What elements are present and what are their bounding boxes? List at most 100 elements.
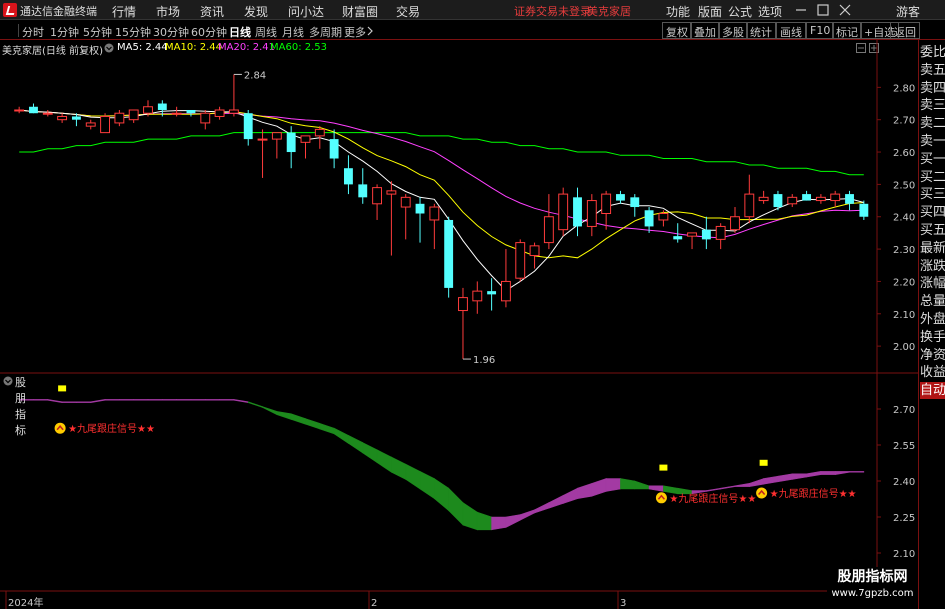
period-daily[interactable]: 日线 xyxy=(229,24,251,40)
candle-body-up xyxy=(271,132,282,140)
indicator-segment xyxy=(419,470,435,500)
period-60min[interactable]: 60分钟 xyxy=(191,24,227,40)
menu-discover[interactable]: 发现 xyxy=(244,3,268,20)
side-panel-item[interactable]: 换手 xyxy=(920,329,945,346)
statistics-button[interactable]: 统计 xyxy=(746,22,776,39)
candle-body-up xyxy=(171,112,182,115)
side-panel-item[interactable]: 涨跌 xyxy=(920,258,945,275)
candle-body-up xyxy=(300,135,311,143)
menu-options[interactable]: 选项 xyxy=(758,3,782,20)
candle-body-down xyxy=(573,197,582,227)
minimize-icon[interactable] xyxy=(792,2,810,18)
indicator-segment xyxy=(233,399,249,403)
candle-body-up xyxy=(500,280,511,302)
maximize-icon[interactable] xyxy=(814,2,832,18)
side-panel-item[interactable]: 买一 xyxy=(920,151,945,168)
menu-ask-xiaoda[interactable]: 问小达 xyxy=(288,3,324,20)
side-panel-item[interactable]: 总量 xyxy=(920,293,945,310)
indicator-segment xyxy=(648,485,664,492)
side-panel-item[interactable]: 最新 xyxy=(920,240,945,257)
signal-block xyxy=(58,385,67,392)
side-panel-item[interactable]: 收益 xyxy=(920,364,945,381)
indicator-dropdown-icon[interactable] xyxy=(3,376,13,386)
indicator-band: ★九尾跟庄信号★★ ★九尾跟庄信号★★ ★九尾跟庄信号★★ xyxy=(18,385,865,531)
period-5min[interactable]: 5分钟 xyxy=(83,24,112,40)
side-panel-item[interactable]: 卖四 xyxy=(920,80,945,97)
chart-area[interactable]: 2.80 2.70 2.60 2.50 2.40 2.30 2.20 2.10 2.00 ★九尾… xyxy=(0,40,918,609)
candle-body-up xyxy=(558,193,569,231)
indicator-segment xyxy=(749,478,764,487)
side-panel-item[interactable]: 买二 xyxy=(920,169,945,186)
period-30min[interactable]: 30分钟 xyxy=(153,24,189,40)
indicator-segment xyxy=(276,411,292,420)
chevron-right-icon[interactable] xyxy=(366,26,374,36)
side-panel-item[interactable]: 自动 xyxy=(920,382,945,400)
multi-stock-button[interactable]: 多股 xyxy=(718,22,748,39)
side-panel-item[interactable]: 买四 xyxy=(920,204,945,221)
indicator-segment xyxy=(734,483,750,487)
period-more[interactable]: 更多 xyxy=(344,24,366,40)
user-guest[interactable]: 游客 xyxy=(896,3,920,20)
candle-body-down xyxy=(701,229,711,240)
indicator-segment xyxy=(33,399,49,401)
draw-line-button[interactable]: 画线 xyxy=(776,22,806,39)
indicator-segment xyxy=(348,434,364,454)
menu-wealth-circle[interactable]: 财富圈 xyxy=(342,3,378,20)
side-panel-item[interactable]: 买五 xyxy=(920,222,945,239)
period-weekly[interactable]: 周线 xyxy=(255,24,277,40)
menu-formula[interactable]: 公式 xyxy=(728,3,752,20)
indicator-axis: 2.70 2.55 2.40 2.25 2.10 xyxy=(877,405,915,560)
candle-body-down xyxy=(444,219,454,288)
candle-body-up xyxy=(601,193,612,215)
side-panel-item[interactable]: 买三 xyxy=(920,186,945,203)
f10-button[interactable]: F10 xyxy=(806,22,835,39)
side-panel-item[interactable]: 净资 xyxy=(920,347,945,364)
menu-market[interactable]: 市场 xyxy=(156,3,180,20)
overlay-button[interactable]: 叠加 xyxy=(690,22,720,39)
back-button[interactable]: 返回 xyxy=(890,22,920,39)
watermark-url: www.7gpzb.com xyxy=(831,588,914,599)
period-15min[interactable]: 15分钟 xyxy=(115,24,151,40)
signal-label: ★九尾跟庄信号★★ xyxy=(770,487,857,500)
menu-functions[interactable]: 功能 xyxy=(666,3,690,20)
period-monthly[interactable]: 月线 xyxy=(282,24,304,40)
indicator-segment xyxy=(462,502,478,531)
side-panel-item[interactable]: 委比 xyxy=(920,44,945,61)
side-panel-item[interactable]: 卖二 xyxy=(920,115,945,132)
candle-body-up xyxy=(400,196,411,208)
mark-button[interactable]: 标记 xyxy=(832,22,862,39)
indicator-segment xyxy=(162,399,177,401)
date-axis: 2024年 2 3 xyxy=(5,591,626,609)
menu-layout[interactable]: 版面 xyxy=(698,3,722,20)
period-multi[interactable]: 多周期 xyxy=(309,24,342,40)
candle-body-down xyxy=(644,210,654,227)
candle-body-up xyxy=(257,138,268,141)
candle-body-up xyxy=(42,112,53,115)
signal-block xyxy=(659,464,668,471)
price-axis: 2.80 2.70 2.60 2.50 2.40 2.30 2.20 2.10 2.00 xyxy=(877,83,915,353)
close-icon[interactable] xyxy=(836,2,854,18)
menu-news[interactable]: 资讯 xyxy=(200,3,224,20)
side-panel-item[interactable]: 卖五 xyxy=(920,62,945,79)
indicator-name: 股朋指标 xyxy=(15,376,26,437)
adjust-button[interactable]: 复权 xyxy=(662,22,692,39)
side-panel-item[interactable]: 卖一 xyxy=(920,133,945,150)
candle-body-down xyxy=(616,194,625,201)
indicator-segment xyxy=(176,399,192,401)
indicator-segment xyxy=(562,487,578,504)
candle-body-down xyxy=(802,194,812,201)
price-tick-label: 2.50 xyxy=(893,180,915,191)
side-panel-item[interactable]: 涨幅 xyxy=(920,275,945,292)
side-panel-item[interactable]: 卖三 xyxy=(920,97,945,114)
side-panel-item[interactable]: 外盘 xyxy=(920,311,945,328)
indicator-segment xyxy=(119,399,134,401)
candle-body-up xyxy=(472,290,483,302)
period-intraday[interactable]: 分时 xyxy=(22,24,44,40)
menu-market-quotes[interactable]: 行情 xyxy=(112,3,136,20)
menu-trade[interactable]: 交易 xyxy=(396,3,420,20)
period-1min[interactable]: 1分钟 xyxy=(50,24,79,40)
indicator-segment xyxy=(61,401,77,403)
candle-body-up xyxy=(715,225,726,240)
app-title: 通达信金融终端 xyxy=(20,5,97,18)
login-warning[interactable]: 证券交易未登录 xyxy=(514,3,591,19)
